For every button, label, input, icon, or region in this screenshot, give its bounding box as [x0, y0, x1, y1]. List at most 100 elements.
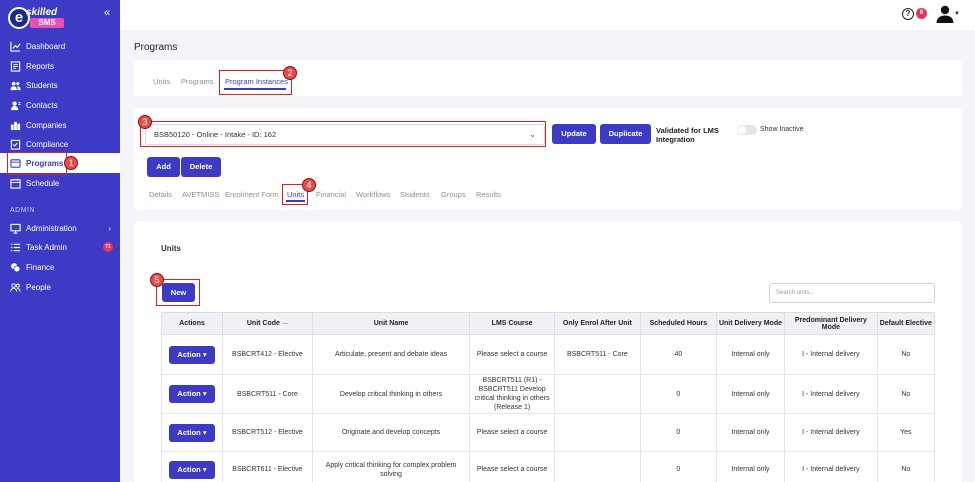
delete-button[interactable]: Delete	[181, 157, 221, 177]
default-elective-cell: Yes	[876, 413, 936, 452]
hours-cell: 0	[639, 413, 717, 452]
sidebar-item-label: Finance	[26, 262, 55, 272]
col-predominant-delivery: Predominant Delivery Mode	[784, 312, 878, 335]
update-button[interactable]: Update	[552, 124, 596, 144]
notification-badge[interactable]: 8	[916, 8, 927, 19]
list-icon	[10, 243, 21, 251]
logo-sms: SMS	[30, 18, 64, 28]
default-elective-cell: No	[876, 374, 936, 414]
delivery-mode-cell: Internal only	[715, 451, 786, 482]
predominant-mode-cell: I - Internal delivery	[784, 334, 878, 375]
subtab-financial[interactable]: Financial	[316, 190, 346, 199]
callout-number-1: 1	[64, 156, 78, 170]
sidebar-item-students[interactable]: Students	[0, 75, 120, 95]
sidebar-item-reports[interactable]: Reports	[0, 56, 120, 76]
enrol-after-cell	[553, 374, 641, 414]
col-unit-code[interactable]: Unit Code —	[222, 312, 313, 335]
sidebar-item-label: Companies	[26, 120, 67, 130]
action-label: Action	[177, 349, 201, 359]
clipboard-icon	[10, 139, 21, 150]
sidebar-item-finance[interactable]: Finance	[0, 257, 120, 277]
subtab-results[interactable]: Results	[476, 190, 501, 199]
table-header-row: Actions Unit Code — Unit Name LMS Course…	[160, 312, 936, 335]
sidebar-item-compliance[interactable]: Compliance	[0, 134, 120, 154]
sidebar-item-schedule[interactable]: Schedule	[0, 173, 120, 193]
show-inactive-toggle[interactable]	[737, 125, 757, 135]
callout-number-3: 3	[138, 115, 152, 129]
action-label: Action	[177, 389, 201, 398]
search-units-input[interactable]: Search units...	[769, 283, 935, 303]
col-default-elective: Default Elective	[876, 312, 936, 335]
unit-name-cell: Develop critical thinking in others	[311, 374, 471, 414]
unit-name-cell: Apply critical thinking for complex prob…	[311, 451, 471, 482]
monitor-icon	[10, 223, 21, 234]
page-title: Programs	[134, 42, 178, 53]
units-table: Actions Unit Code — Unit Name LMS Course…	[160, 312, 936, 482]
sidebar-item-label: Task Admin	[26, 242, 67, 252]
callout-number-2: 2	[283, 66, 297, 80]
subtab-enrolment-form[interactable]: Enrolment Form	[225, 190, 279, 199]
calendar-icon	[10, 178, 21, 189]
default-elective-cell: No	[876, 451, 936, 482]
user-menu-caret-icon[interactable]: ▼	[954, 11, 960, 17]
show-inactive-label: Show Inactive	[760, 126, 804, 133]
enrol-after-cell	[553, 451, 641, 482]
callout-number-5: 5	[150, 273, 164, 287]
report-icon	[10, 60, 21, 72]
sidebar-item-companies[interactable]: Companies	[0, 115, 120, 135]
unit-code-cell: BSBCRT511 - Core	[222, 374, 313, 414]
add-button[interactable]: Add	[147, 157, 180, 177]
actions-cell: Action ▾	[160, 374, 224, 414]
sidebar-item-label: People	[26, 282, 51, 292]
action-dropdown-button[interactable]: Action ▾	[169, 385, 216, 403]
callout-number-4: 4	[302, 178, 316, 192]
unit-name-cell: Originate and develop concepts	[311, 413, 471, 452]
sidebar: e skilled SMS « Dashboard Reports Studen…	[0, 0, 120, 482]
action-label: Action	[177, 464, 201, 474]
lms-course-cell[interactable]: Please select a course	[469, 334, 555, 375]
col-unit-name: Unit Name	[311, 312, 471, 335]
sidebar-item-label: Administration	[26, 223, 77, 233]
action-dropdown-button[interactable]: Action ▾	[169, 460, 216, 479]
subtab-students[interactable]: Students	[400, 190, 430, 199]
task-count-badge: 71	[103, 242, 113, 252]
user-avatar-icon[interactable]	[935, 5, 955, 23]
sidebar-item-task-admin[interactable]: Task Admin 71	[0, 237, 120, 257]
validated-lms-label: Validated for LMS Integration	[656, 126, 719, 144]
lms-course-cell[interactable]: Please select a course	[469, 451, 555, 482]
users-icon	[10, 81, 21, 90]
subtab-groups[interactable]: Groups	[441, 190, 466, 199]
action-dropdown-button[interactable]: Action ▾	[169, 423, 216, 442]
action-label: Action	[177, 427, 201, 437]
duplicate-button[interactable]: Duplicate	[600, 124, 651, 144]
collapse-sidebar-icon[interactable]: «	[104, 7, 110, 19]
tab-programs[interactable]: Programs	[181, 77, 214, 86]
sidebar-item-label: Dashboard	[26, 41, 66, 51]
unit-code-cell: BSBCRT611 - Elective	[222, 451, 313, 482]
predominant-mode-cell: I - Internal delivery	[784, 374, 878, 414]
sidebar-item-contacts[interactable]: Contacts	[0, 95, 120, 115]
subtab-workflows[interactable]: Workflows	[356, 190, 390, 199]
col-lms-course: LMS Course	[469, 312, 555, 335]
table-row: Action ▾ BSBCRT512 - Elective Originate …	[160, 413, 936, 452]
lms-course-cell[interactable]: Please select a course	[469, 413, 555, 452]
actions-cell: Action ▾	[160, 413, 224, 452]
help-icon[interactable]: ?	[902, 8, 914, 20]
sidebar-item-administration[interactable]: Administration ›	[0, 218, 120, 238]
callout-box-program-instances	[219, 70, 292, 95]
subtab-avetmiss[interactable]: AVETMISS	[182, 190, 219, 199]
logo-text: skilled	[26, 7, 58, 18]
action-dropdown-button[interactable]: Action ▾	[169, 345, 216, 364]
sidebar-item-dashboard[interactable]: Dashboard	[0, 36, 120, 56]
admin-section-label: ADMIN	[10, 207, 36, 214]
logo[interactable]: e skilled SMS	[8, 5, 64, 33]
tab-units[interactable]: Units	[153, 77, 170, 86]
delivery-mode-cell: Internal only	[715, 413, 786, 452]
predominant-mode-cell: I - Internal delivery	[784, 413, 878, 452]
sidebar-item-people[interactable]: People	[0, 277, 120, 297]
subtab-details[interactable]: Details	[149, 190, 172, 199]
sidebar-item-label: Students	[26, 80, 58, 90]
contact-icon	[10, 101, 21, 110]
lms-course-cell[interactable]: BSBCRT511 (R1) - BSBCRT511 Develop criti…	[469, 374, 555, 414]
sort-icon: —	[281, 321, 288, 327]
